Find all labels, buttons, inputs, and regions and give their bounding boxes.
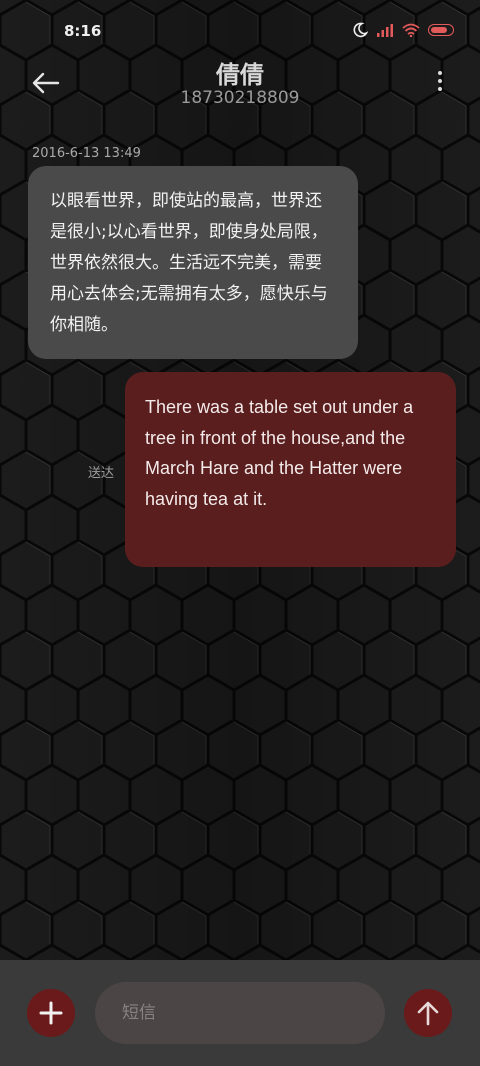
incoming-message-bubble[interactable]: 以眼看世界，即使站的最高，世界还是很小;以心看世界，即使身处局限，世界依然很大。… (28, 166, 358, 359)
delivery-status: 送达 (88, 466, 115, 481)
status-bar: 8:16 (0, 0, 480, 60)
compose-bar (0, 960, 480, 1066)
moon-icon (353, 22, 368, 38)
conversation-header: 倩倩 18730218809 (0, 55, 480, 115)
contact-name: 倩倩 (216, 61, 264, 89)
signal-icon (377, 24, 393, 37)
contact-number: 18730218809 (180, 88, 300, 108)
message-timestamp: 2016-6-13 13:49 (32, 146, 141, 161)
battery-level-fill (431, 27, 448, 33)
send-arrow-icon (417, 1001, 439, 1026)
more-options-button[interactable] (436, 71, 444, 95)
status-icons (352, 22, 454, 38)
message-input[interactable] (95, 982, 385, 1044)
status-time: 8:16 (64, 22, 102, 40)
incoming-message-text: 以眼看世界，即使站的最高，世界还是很小;以心看世界，即使身处局限，世界依然很大。… (50, 191, 328, 335)
outgoing-message-text: There was a table set out under a tree i… (145, 397, 414, 509)
add-attachment-button[interactable] (27, 989, 75, 1037)
wifi-icon (402, 23, 420, 37)
outgoing-message-bubble[interactable]: There was a table set out under a tree i… (125, 372, 456, 567)
plus-icon (39, 1001, 63, 1025)
battery-icon (428, 24, 454, 36)
more-vertical-icon (436, 71, 444, 91)
send-button[interactable] (404, 989, 452, 1037)
